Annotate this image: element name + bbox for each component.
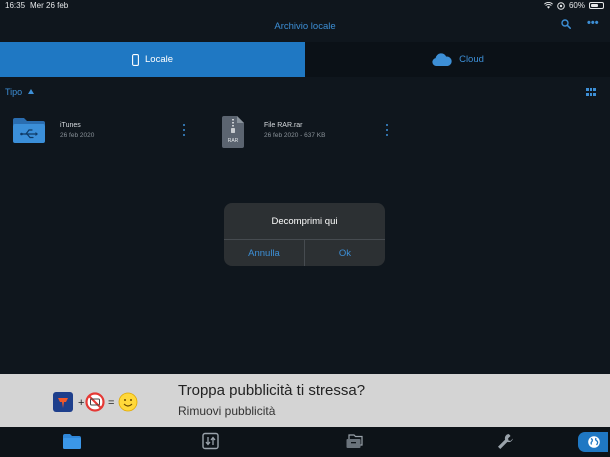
archive-icon-label: RAR (228, 138, 239, 144)
folder-usb-icon (12, 115, 48, 147)
ad-title: Troppa pubblicità ti stressa? (178, 382, 366, 399)
wifi-icon (544, 2, 553, 9)
search-icon[interactable] (561, 19, 571, 29)
file-name: File RAR.rar (264, 122, 303, 129)
page-title: Archivio locale (274, 21, 336, 32)
svg-text:=: = (108, 397, 114, 409)
wrench-icon[interactable] (495, 432, 515, 450)
status-bar: 16:35 Mer 26 feb 60% (0, 0, 610, 12)
browser-tab[interactable] (578, 432, 608, 452)
extract-dialog: Decomprimi qui Annulla Ok (224, 203, 385, 266)
sort-bar: Tipo (0, 85, 610, 101)
file-options-icon[interactable] (181, 123, 187, 137)
ad-banner[interactable]: + = Troppa pubblicità ti stressa? Rimuov… (0, 374, 610, 427)
archive-icon: RAR (220, 115, 256, 148)
ad-illustration: + = (53, 392, 138, 412)
navigation-bar: Archivio locale ••• (0, 12, 610, 42)
status-time: 16:35 (5, 1, 26, 10)
tab-locale[interactable]: Locale (0, 42, 305, 77)
sort-type-button[interactable]: Tipo (5, 87, 22, 97)
file-item-itunes[interactable]: iTunes 26 feb 2020 (12, 112, 202, 152)
cloud-icon (432, 52, 452, 66)
file-options-icon[interactable] (384, 123, 390, 137)
cancel-button[interactable]: Annulla (224, 240, 304, 266)
file-name: iTunes (60, 122, 81, 129)
battery-icon (589, 2, 604, 9)
ok-button[interactable]: Ok (305, 240, 385, 266)
folders-icon[interactable] (345, 432, 365, 450)
more-icon[interactable]: ••• (587, 17, 599, 29)
tab-cloud[interactable]: Cloud (305, 42, 610, 77)
transfer-icon[interactable] (201, 432, 221, 450)
tab-bar (0, 427, 610, 457)
svg-text:+: + (78, 397, 84, 409)
file-meta: 26 feb 2020 - 637 KB (264, 132, 326, 139)
file-meta: 26 feb 2020 (60, 132, 95, 139)
location-lock-icon (557, 1, 565, 10)
globe-icon (588, 436, 600, 448)
status-date: Mer 26 feb (30, 1, 69, 10)
file-item-rar[interactable]: RAR File RAR.rar 26 feb 2020 - 637 KB (220, 112, 410, 152)
folder-icon[interactable] (62, 432, 82, 450)
ad-subtitle: Rimuovi pubblicità (178, 404, 276, 418)
tab-locale-label: Locale (145, 54, 173, 65)
tab-cloud-label: Cloud (459, 54, 484, 65)
tablet-icon (132, 53, 139, 66)
sort-ascending-icon[interactable] (28, 89, 34, 94)
dialog-title: Decomprimi qui (271, 216, 338, 227)
battery-percent: 60% (568, 1, 585, 10)
status-indicators: 60% (544, 1, 604, 10)
grid-view-icon[interactable] (586, 88, 596, 97)
